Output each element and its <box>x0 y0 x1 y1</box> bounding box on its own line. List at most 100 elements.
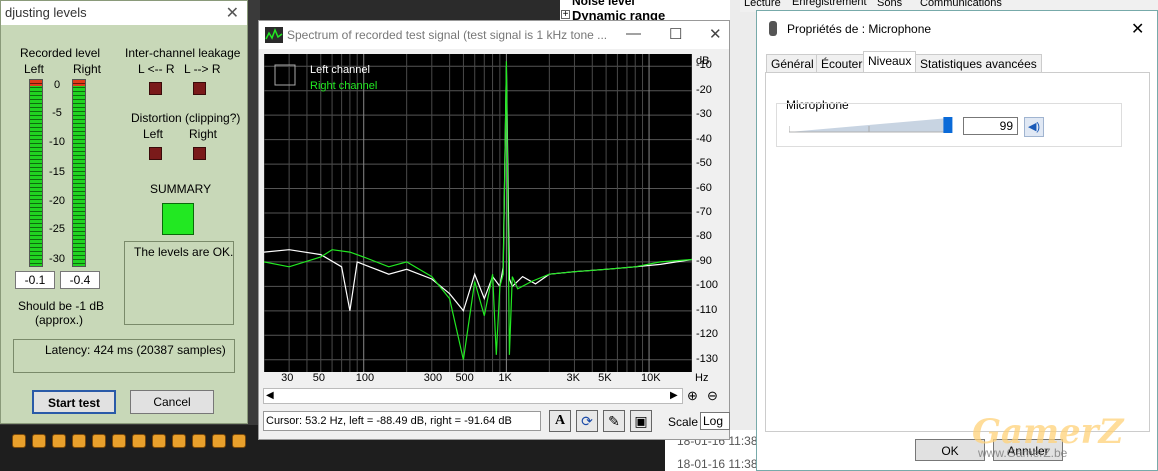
frequency-scrollbar[interactable]: ◀ ▶ <box>263 388 683 404</box>
left-level-meter <box>29 79 43 267</box>
list-date: 18-01-16 11:38 <box>677 457 758 471</box>
scale-label: Scale <box>668 415 699 429</box>
start-test-button[interactable]: Start test <box>32 390 116 414</box>
smiley-icon <box>212 434 226 448</box>
tab-general[interactable]: Général <box>766 54 819 73</box>
adjusting-levels-window: djusting levels ✕ Recorded level Left Ri… <box>0 0 248 424</box>
approx-label: (approx.) <box>35 313 84 327</box>
save-icon[interactable]: ▣ <box>630 410 652 432</box>
volume-slider[interactable] <box>789 114 954 136</box>
spectrum-window: Spectrum of recorded test signal (test s… <box>258 20 730 440</box>
tab-ecouter[interactable]: Écouter <box>816 54 868 73</box>
leak-l-label: L <-- R <box>138 62 175 76</box>
x-tick-label: 1K <box>498 372 512 384</box>
refresh-icon[interactable]: ⟳ <box>576 410 598 432</box>
zoom-in-icon[interactable]: ⊕ <box>687 388 698 404</box>
x-unit-label: Hz <box>695 372 709 384</box>
zoom-out-icon[interactable]: ⊖ <box>707 388 718 404</box>
distortion-right-label: Right <box>189 127 218 141</box>
spectrum-app-icon <box>265 27 283 43</box>
speaker-mute-icon[interactable]: ◀) <box>1024 117 1044 137</box>
should-be-label: Should be -1 dB <box>18 299 105 313</box>
window-title: Propriétés de : Microphone <box>787 22 932 36</box>
smiley-icon <box>112 434 126 448</box>
distortion-right-indicator <box>193 147 206 160</box>
font-icon[interactable]: A <box>549 410 571 432</box>
level-tick: -15 <box>49 166 65 178</box>
x-tick-label: 50 <box>312 372 326 384</box>
x-tick-label: 300 <box>423 372 443 384</box>
left-label: Left <box>24 62 45 76</box>
legend-left-channel: Left channel <box>310 64 370 76</box>
grid-toggle-icon <box>274 64 296 86</box>
y-tick-label: -130 <box>696 352 719 365</box>
y-tick-label: -100 <box>696 279 719 292</box>
smiley-icon <box>32 434 46 448</box>
title-bar[interactable]: Spectrum of recorded test signal (test s… <box>259 21 729 49</box>
title-bar[interactable]: djusting levels ✕ <box>1 1 247 25</box>
scale-select[interactable]: Log <box>700 412 730 430</box>
distortion-left-label: Left <box>143 127 164 141</box>
left-level-value: -0.1 <box>15 271 55 289</box>
smiley-icon <box>172 434 186 448</box>
tab-niveaux[interactable]: Niveaux <box>863 51 917 73</box>
tab-communications[interactable]: Communications <box>920 0 1002 9</box>
cancel-button[interactable]: Cancel <box>130 390 214 414</box>
tab-sons[interactable]: Sons <box>877 0 902 9</box>
latency-text: Latency: 424 ms (20387 samples) <box>45 343 226 357</box>
x-tick-label: 10K <box>641 372 661 384</box>
background-tree: Noise level Dynamic range + <box>560 0 730 23</box>
leakage-label: Inter-channel leakage <box>125 46 241 60</box>
volume-value[interactable]: 99 <box>963 117 1018 135</box>
x-tick-label: 500 <box>455 372 474 384</box>
leak-l-indicator <box>149 82 162 95</box>
tab-statistiques[interactable]: Statistiques avancées <box>915 54 1042 73</box>
maximize-icon[interactable]: ☐ <box>669 25 682 43</box>
series-right-channel <box>263 61 693 360</box>
level-tick: -25 <box>49 223 65 235</box>
legend-right-channel: Right channel <box>310 80 377 92</box>
smiley-icon <box>152 434 166 448</box>
settings-icon[interactable]: ✎ <box>603 410 625 432</box>
summary-indicator <box>162 203 194 235</box>
summary-box: The levels are OK. <box>124 241 234 325</box>
tab-enregistrement[interactable]: Enregistrement <box>792 0 867 8</box>
spectrum-plot-area[interactable]: Left channel Right channel <box>263 54 693 372</box>
y-tick-label: -30 <box>696 108 712 121</box>
tree-item-noise[interactable]: Noise level <box>572 0 635 8</box>
minimize-icon[interactable]: — <box>626 25 641 42</box>
level-tick: -5 <box>52 107 62 119</box>
right-label: Right <box>73 62 102 76</box>
close-icon[interactable]: ✕ <box>226 3 239 23</box>
volume-slider-thumb[interactable] <box>943 117 953 133</box>
x-tick-label: 5K <box>598 372 612 384</box>
smiley-icon <box>132 434 146 448</box>
smiley-icon <box>232 434 246 448</box>
leak-r-indicator <box>193 82 206 95</box>
window-title: djusting levels <box>5 5 87 20</box>
y-tick-label: -70 <box>696 206 712 218</box>
niveaux-panel: Microphone 99 ◀) <box>765 72 1150 432</box>
recorded-level-label: Recorded level <box>20 46 101 60</box>
expand-icon[interactable]: + <box>561 10 570 20</box>
watermark-url: www.GamerZ.be <box>978 446 1068 460</box>
smiley-icon <box>92 434 106 448</box>
leak-r-label: L --> R <box>184 62 221 76</box>
y-tick-label: -120 <box>696 328 719 341</box>
scroll-left-icon[interactable]: ◀ <box>266 390 274 401</box>
y-tick-label: -20 <box>696 83 712 96</box>
y-tick-label: -50 <box>696 157 712 170</box>
distortion-label: Distortion (clipping?) <box>131 111 241 125</box>
right-level-meter <box>72 79 86 267</box>
close-icon[interactable]: ✕ <box>709 25 722 43</box>
close-icon[interactable]: ✕ <box>1131 19 1144 39</box>
scroll-right-icon[interactable]: ▶ <box>670 390 678 401</box>
x-tick-label: 3K <box>566 372 580 384</box>
right-level-value: -0.4 <box>60 271 100 289</box>
summary-text: The levels are OK. <box>134 245 234 259</box>
tab-lecture[interactable]: Lecture <box>744 0 781 9</box>
y-tick-label: -90 <box>696 254 712 267</box>
y-tick-label: -10 <box>696 59 712 72</box>
y-tick-label: -40 <box>696 132 712 145</box>
x-tick-label: 30 <box>281 372 294 384</box>
